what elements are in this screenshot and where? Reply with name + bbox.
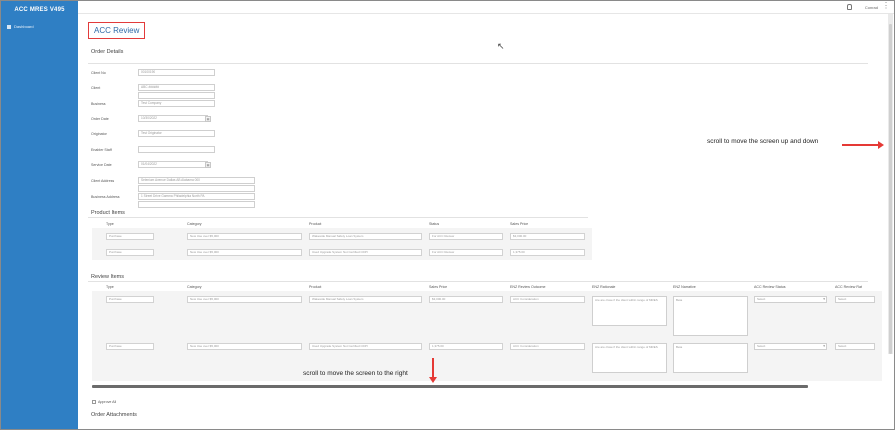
approve-all-label: Approve All [98, 400, 117, 404]
field-label-client: Client [91, 86, 101, 90]
field-label-originator: Originator [91, 132, 107, 136]
vertical-scrollbar[interactable] [888, 14, 893, 354]
select-value: Select [838, 297, 847, 301]
client-address-line2[interactable] [138, 185, 255, 192]
column-header-category: Category [187, 285, 202, 289]
acc-review-status-select[interactable]: Select ▾ [754, 296, 827, 303]
table-cell-sales-price[interactable]: $3,000.00 [429, 296, 503, 303]
enz-rationale-textarea[interactable]: Are are close if the client within range… [592, 343, 667, 373]
client-field-secondary[interactable] [138, 92, 215, 99]
arrow-down-icon [429, 358, 437, 383]
column-header-enz-narrative: ENZ Narrative [673, 285, 696, 289]
field-label-service-date: Service Date [91, 163, 112, 167]
table-cell-status[interactable]: For ACC Review [429, 233, 503, 240]
section-divider [88, 217, 588, 218]
table-cell-sales-price[interactable]: $3,000.00 [510, 233, 585, 240]
approve-all-checkbox[interactable] [92, 400, 96, 404]
table-cell-product[interactable]: Used Upgrade System Not Certified CDPI [309, 343, 422, 350]
table-cell-sales-price[interactable]: 1,375.00 [510, 249, 585, 256]
client-address-field[interactable]: Selenium Avenue Dallas AB Alabama 000 [138, 177, 255, 184]
table-cell-enz-review-outcome[interactable]: ACC Consideration [510, 296, 585, 303]
originator-field[interactable]: Test Originator [138, 130, 215, 137]
enabler-staff-field[interactable] [138, 146, 215, 153]
select-value: Select [757, 297, 766, 301]
column-header-category: Category [187, 222, 202, 226]
column-header-status: Status [429, 222, 440, 226]
column-header-acc-review-status: ACC Review Status [754, 285, 786, 289]
table-cell-category[interactable]: New Use over $5,000 [187, 233, 302, 240]
order-date-field[interactable]: 10/30/2022 [138, 115, 208, 122]
column-header-acc-review-rat: ACC Review Rat [835, 285, 862, 289]
column-header-type: Type [106, 285, 114, 289]
table-cell-sales-price[interactable]: 1,375.00 [429, 343, 503, 350]
sidebar: ACC MRES V495 Dashboard [1, 1, 78, 429]
review-items-title: Review Items [91, 274, 125, 280]
field-label-order-date: Order Date [91, 117, 109, 121]
app-title: ACC MRES V495 [14, 7, 65, 13]
annotation-vertical-scroll: scroll to move the screen up and down [707, 138, 819, 145]
client-no-field[interactable]: 00100190 [138, 69, 215, 76]
business-address-line2[interactable] [138, 201, 255, 208]
select-value: Select [757, 344, 766, 348]
section-divider [88, 281, 868, 282]
user-name[interactable]: Conrad [865, 5, 878, 10]
table-cell-product[interactable]: Wakeside Manual Safety Loan System [309, 296, 422, 303]
sidebar-item-label: Dashboard [14, 24, 34, 29]
client-field[interactable]: ABC ###### [138, 84, 215, 91]
select-value: Select [838, 344, 847, 348]
field-label-enabler-staff: Enabler Staff [91, 148, 112, 152]
chevron-down-icon: ▾ [823, 344, 825, 348]
arrow-right-icon [842, 141, 884, 149]
table-cell-category[interactable]: New Use over $5,000 [187, 296, 302, 303]
order-attachments-title: Order Attachments [91, 412, 137, 418]
dashboard-icon [7, 24, 11, 29]
table-cell-type[interactable]: Purchase [106, 343, 154, 350]
enz-narrative-textarea[interactable]: Beta [673, 343, 748, 373]
column-header-enz-rationale: ENZ Rationale [592, 285, 616, 289]
column-header-product: Product [309, 285, 322, 289]
table-cell-type[interactable]: Purchase [106, 233, 154, 240]
order-details-title: Order Details [91, 49, 124, 55]
more-icon[interactable]: ⋮ [882, 2, 890, 10]
business-address-field[interactable]: 1 Street Drive Gamma Philadelphia North … [138, 193, 255, 200]
table-cell-type[interactable]: Purchase [106, 296, 154, 303]
column-header-enz-review-outcome: ENZ Review Outcome [510, 285, 546, 289]
acc-review-rat-select[interactable]: Select [835, 343, 875, 350]
table-cell-enz-review-outcome[interactable]: ACC Consideration [510, 343, 585, 350]
table-cell-product[interactable]: Used Upgrade System Not Certified CDPI [309, 249, 422, 256]
scrollbar-thumb[interactable] [889, 24, 892, 354]
column-header-sales-price: Sales Price [510, 222, 529, 226]
top-bar: Conrad ⋮ [78, 1, 894, 14]
field-label-client-no: Client No [91, 71, 106, 75]
enz-rationale-textarea[interactable]: Are are close if the client within range… [592, 296, 667, 326]
main-content: ACC Review Order Details Client No 00100… [78, 14, 886, 429]
business-field[interactable]: Test Company [138, 100, 215, 107]
acc-review-status-select[interactable]: Select ▾ [754, 343, 827, 350]
column-header-type: Type [106, 222, 114, 226]
field-label-client-address: Client Address [91, 179, 115, 183]
column-header-product: Product [309, 222, 322, 226]
column-header-sales-price: Sales Price [429, 285, 448, 289]
table-cell-category[interactable]: New Use over $5,000 [187, 343, 302, 350]
calendar-icon[interactable]: ▦ [205, 115, 211, 122]
acc-review-rat-select[interactable]: Select [835, 296, 875, 303]
field-label-business-address: Business Address [91, 195, 120, 199]
sidebar-item-dashboard[interactable]: Dashboard [1, 24, 78, 29]
page-title: ACC Review [88, 22, 146, 39]
enz-narrative-textarea[interactable]: Beta [673, 296, 748, 336]
table-cell-product[interactable]: Wakeside Manual Safety Loan System [309, 233, 422, 240]
field-label-business: Business [91, 102, 106, 106]
horizontal-scrollbar[interactable] [92, 385, 808, 388]
chevron-down-icon: ▾ [823, 297, 825, 301]
annotation-horizontal-scroll: scroll to move the screen to the right [303, 370, 408, 377]
bell-icon[interactable] [847, 4, 852, 10]
product-items-title: Product Items [91, 210, 125, 216]
service-date-field[interactable]: 01/04/2022 [138, 161, 208, 168]
calendar-icon[interactable]: ▦ [205, 161, 211, 168]
table-cell-type[interactable]: Purchase [106, 249, 154, 256]
table-cell-category[interactable]: New Use over $5,000 [187, 249, 302, 256]
table-cell-status[interactable]: For ACC Review [429, 249, 503, 256]
review-table-body [92, 291, 882, 381]
section-divider [88, 63, 868, 64]
